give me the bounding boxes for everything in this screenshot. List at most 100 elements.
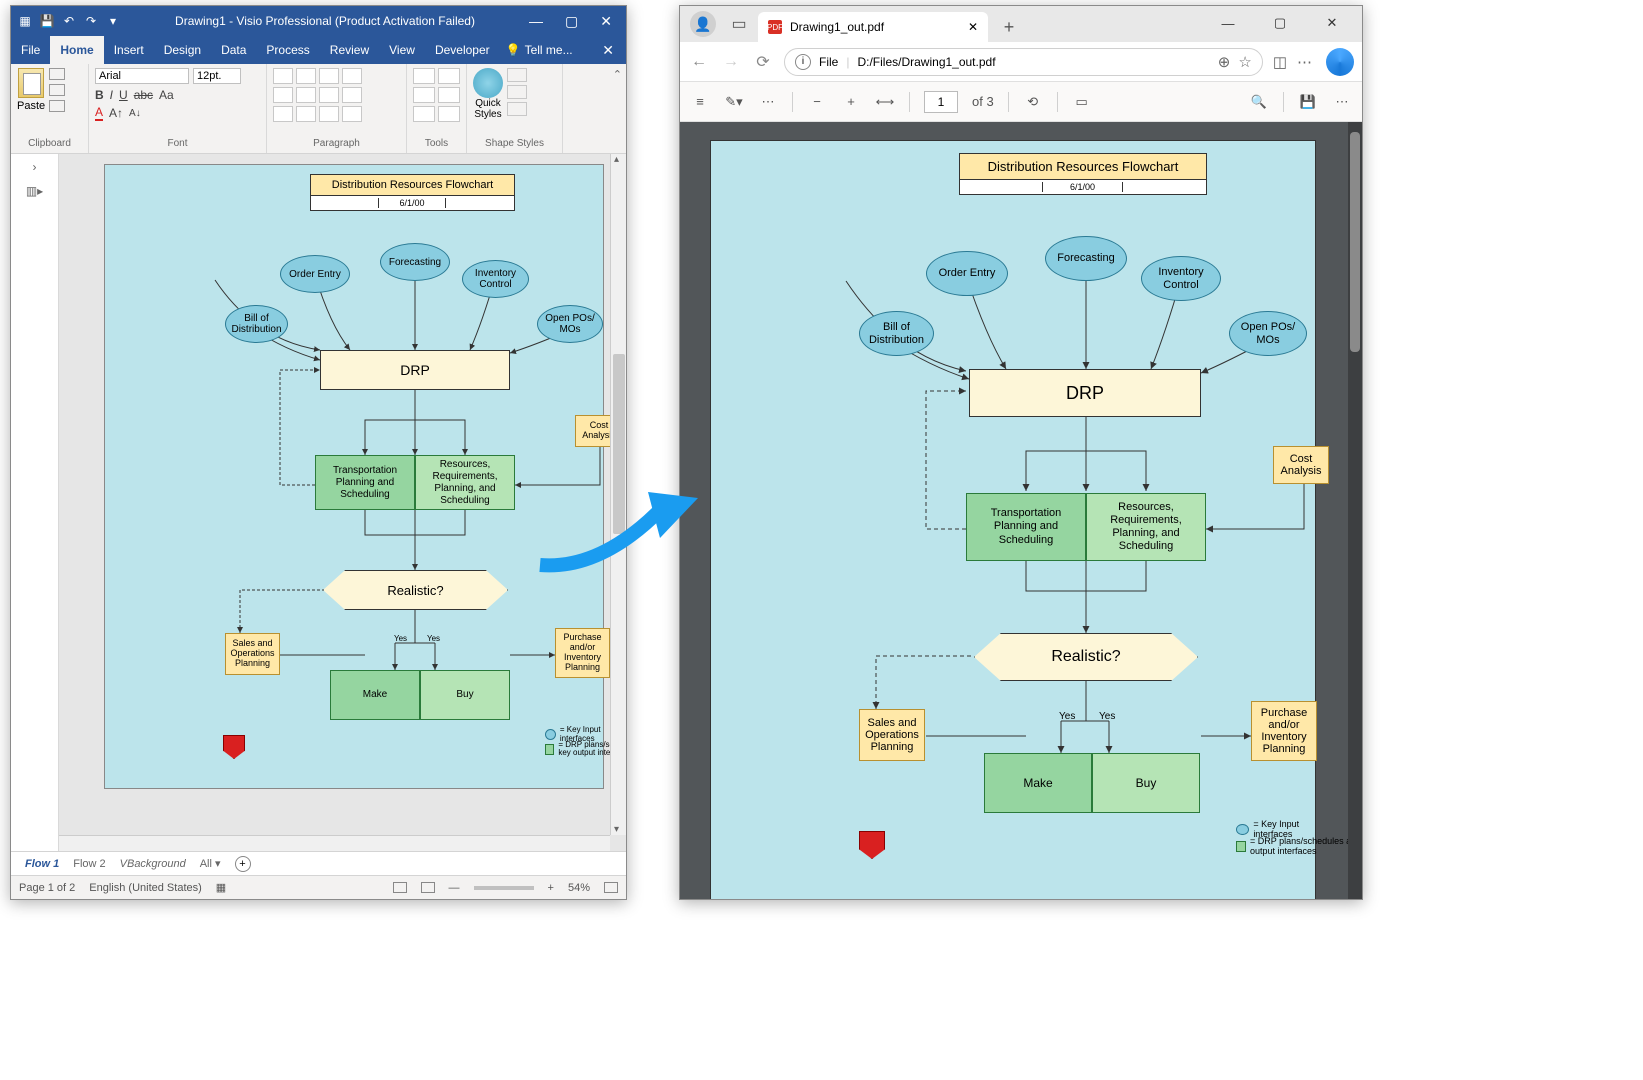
node-purchase[interactable]: Purchase and/or Inventory Planning (555, 628, 610, 678)
tab-design[interactable]: Design (154, 36, 211, 64)
horizontal-scrollbar[interactable] (59, 835, 610, 851)
node-make[interactable]: Make (330, 670, 420, 720)
tab-view[interactable]: View (379, 36, 425, 64)
stencil-icon[interactable]: ▥▸ (26, 184, 43, 198)
tab-file[interactable]: File (11, 36, 50, 64)
presentation-mode-icon[interactable] (393, 882, 407, 893)
tab-review[interactable]: Review (320, 36, 379, 64)
pdf-page[interactable]: Yes Yes Distribution Resources Flowchart… (710, 140, 1316, 899)
page-tab-flow1[interactable]: Flow 1 (25, 858, 59, 870)
page-view-icon[interactable]: ▭ (1072, 94, 1092, 110)
red-arrow-marker[interactable] (223, 735, 245, 759)
pdf-more-icon[interactable]: ⋯ (1332, 94, 1352, 110)
font-color-button[interactable]: A (95, 105, 103, 121)
drawing-page[interactable]: Yes Yes Distribution Resources Flowchart… (104, 164, 604, 789)
page-number-input[interactable] (924, 91, 958, 113)
draw-icon[interactable]: ✎▾ (724, 94, 744, 110)
close-button[interactable]: ✕ (600, 13, 612, 30)
node-resources[interactable]: Resources, Requirements, Planning, and S… (415, 455, 515, 510)
line-spacing-button[interactable] (342, 87, 362, 103)
align-bottom-button[interactable] (319, 68, 339, 84)
tell-me[interactable]: 💡Tell me... (506, 43, 573, 57)
refresh-button[interactable]: ⟳ (752, 52, 774, 72)
edge-close-button[interactable]: ✕ (1310, 9, 1354, 37)
strike-button[interactable]: abc (134, 88, 153, 102)
node-bill[interactable]: Bill of Distribution (225, 305, 288, 343)
copilot-icon[interactable] (1326, 48, 1354, 76)
node-drp[interactable]: DRP (320, 350, 510, 390)
split-screen-icon[interactable]: ◫ (1273, 53, 1287, 71)
tab-data[interactable]: Data (211, 36, 256, 64)
bullets-button[interactable] (273, 87, 293, 103)
find-icon[interactable]: 🔍 (1249, 94, 1269, 110)
ribbon-close-icon[interactable]: ✕ (590, 42, 626, 59)
redo-icon[interactable]: ↷ (83, 13, 99, 29)
rotate-icon[interactable]: ⟲ (1023, 94, 1043, 110)
node-transport[interactable]: Transportation Planning and Scheduling (315, 455, 415, 510)
undo-icon[interactable]: ↶ (61, 13, 77, 29)
ellipse-tool-button[interactable] (413, 106, 435, 122)
shapes-expand-icon[interactable]: › (33, 160, 37, 174)
fit-width-icon[interactable]: ⟷ (875, 94, 895, 110)
rectangle-tool-button[interactable] (438, 87, 460, 103)
pdf-viewport[interactable]: Yes Yes Distribution Resources Flowchart… (680, 122, 1362, 899)
fit-page-icon[interactable] (604, 882, 618, 893)
new-tab-button[interactable]: + (994, 12, 1024, 42)
indent-dec-button[interactable] (296, 87, 316, 103)
edge-minimize-button[interactable]: — (1206, 9, 1250, 37)
tab-close-icon[interactable]: ✕ (968, 20, 978, 34)
copy-icon[interactable] (49, 84, 65, 96)
node-realistic[interactable]: Realistic? (323, 570, 508, 610)
tab-process[interactable]: Process (256, 36, 319, 64)
maximize-button[interactable]: ▢ (565, 13, 578, 30)
back-button[interactable]: ← (688, 53, 710, 71)
line-button[interactable] (507, 85, 527, 99)
tab-insert[interactable]: Insert (104, 36, 154, 64)
paste-button[interactable]: Paste (17, 68, 45, 112)
pdf-scrollbar[interactable] (1348, 122, 1362, 899)
favorite-icon[interactable]: ☆ (1238, 53, 1251, 71)
align-middle-button[interactable] (296, 68, 316, 84)
node-open-pos[interactable]: Open POs/ MOs (537, 305, 603, 343)
orientation-button[interactable] (342, 68, 362, 84)
tab-home[interactable]: Home (50, 36, 103, 64)
underline-button[interactable]: U (119, 88, 128, 102)
tab-actions-icon[interactable]: ▭ (726, 11, 752, 37)
ribbon-collapse-icon[interactable]: ⌃ (613, 68, 622, 81)
zoom-level[interactable]: 54% (568, 882, 590, 894)
text-case-button[interactable]: Aa (159, 88, 174, 102)
qat-more-icon[interactable]: ▾ (105, 13, 121, 29)
pointer-tool-button[interactable] (413, 68, 435, 84)
new-page-button[interactable]: + (235, 856, 251, 872)
cut-icon[interactable] (49, 68, 65, 80)
fill-button[interactable] (507, 68, 527, 82)
connector-tool-button[interactable] (438, 68, 460, 84)
align-right-button[interactable] (319, 106, 339, 122)
effects-button[interactable] (507, 102, 527, 116)
address-bar[interactable]: i File | D:/Files/Drawing1_out.pdf ⊕ ☆ (784, 48, 1263, 76)
zoom-out-button[interactable]: — (449, 882, 460, 894)
font-size-input[interactable] (193, 68, 241, 84)
site-info-icon[interactable]: i (795, 54, 811, 70)
node-forecasting[interactable]: Forecasting (380, 243, 450, 281)
align-left-button[interactable] (273, 106, 293, 122)
indent-inc-button[interactable] (319, 87, 339, 103)
page-tab-vbg[interactable]: VBackground (120, 858, 186, 870)
node-order-entry[interactable]: Order Entry (280, 255, 350, 293)
zoom-in-button[interactable]: + (841, 94, 861, 109)
italic-button[interactable]: I (110, 88, 113, 102)
zoom-indicator-icon[interactable]: ⊕ (1218, 53, 1231, 71)
edge-maximize-button[interactable]: ▢ (1258, 9, 1302, 37)
line-tool-button[interactable] (438, 106, 460, 122)
settings-menu-icon[interactable]: ⋯ (1297, 53, 1312, 71)
quick-styles-button[interactable]: Quick Styles (473, 68, 503, 120)
align-center-button[interactable] (296, 106, 316, 122)
zoom-in-button[interactable]: + (548, 882, 554, 894)
contents-icon[interactable]: ≡ (690, 94, 710, 109)
rotate-button[interactable] (342, 106, 362, 122)
profile-button[interactable]: 👤 (690, 11, 716, 37)
node-inventory[interactable]: Inventory Control (462, 260, 529, 298)
align-top-button[interactable] (273, 68, 293, 84)
minimize-button[interactable]: — (529, 13, 543, 30)
zoom-slider[interactable] (474, 886, 534, 890)
